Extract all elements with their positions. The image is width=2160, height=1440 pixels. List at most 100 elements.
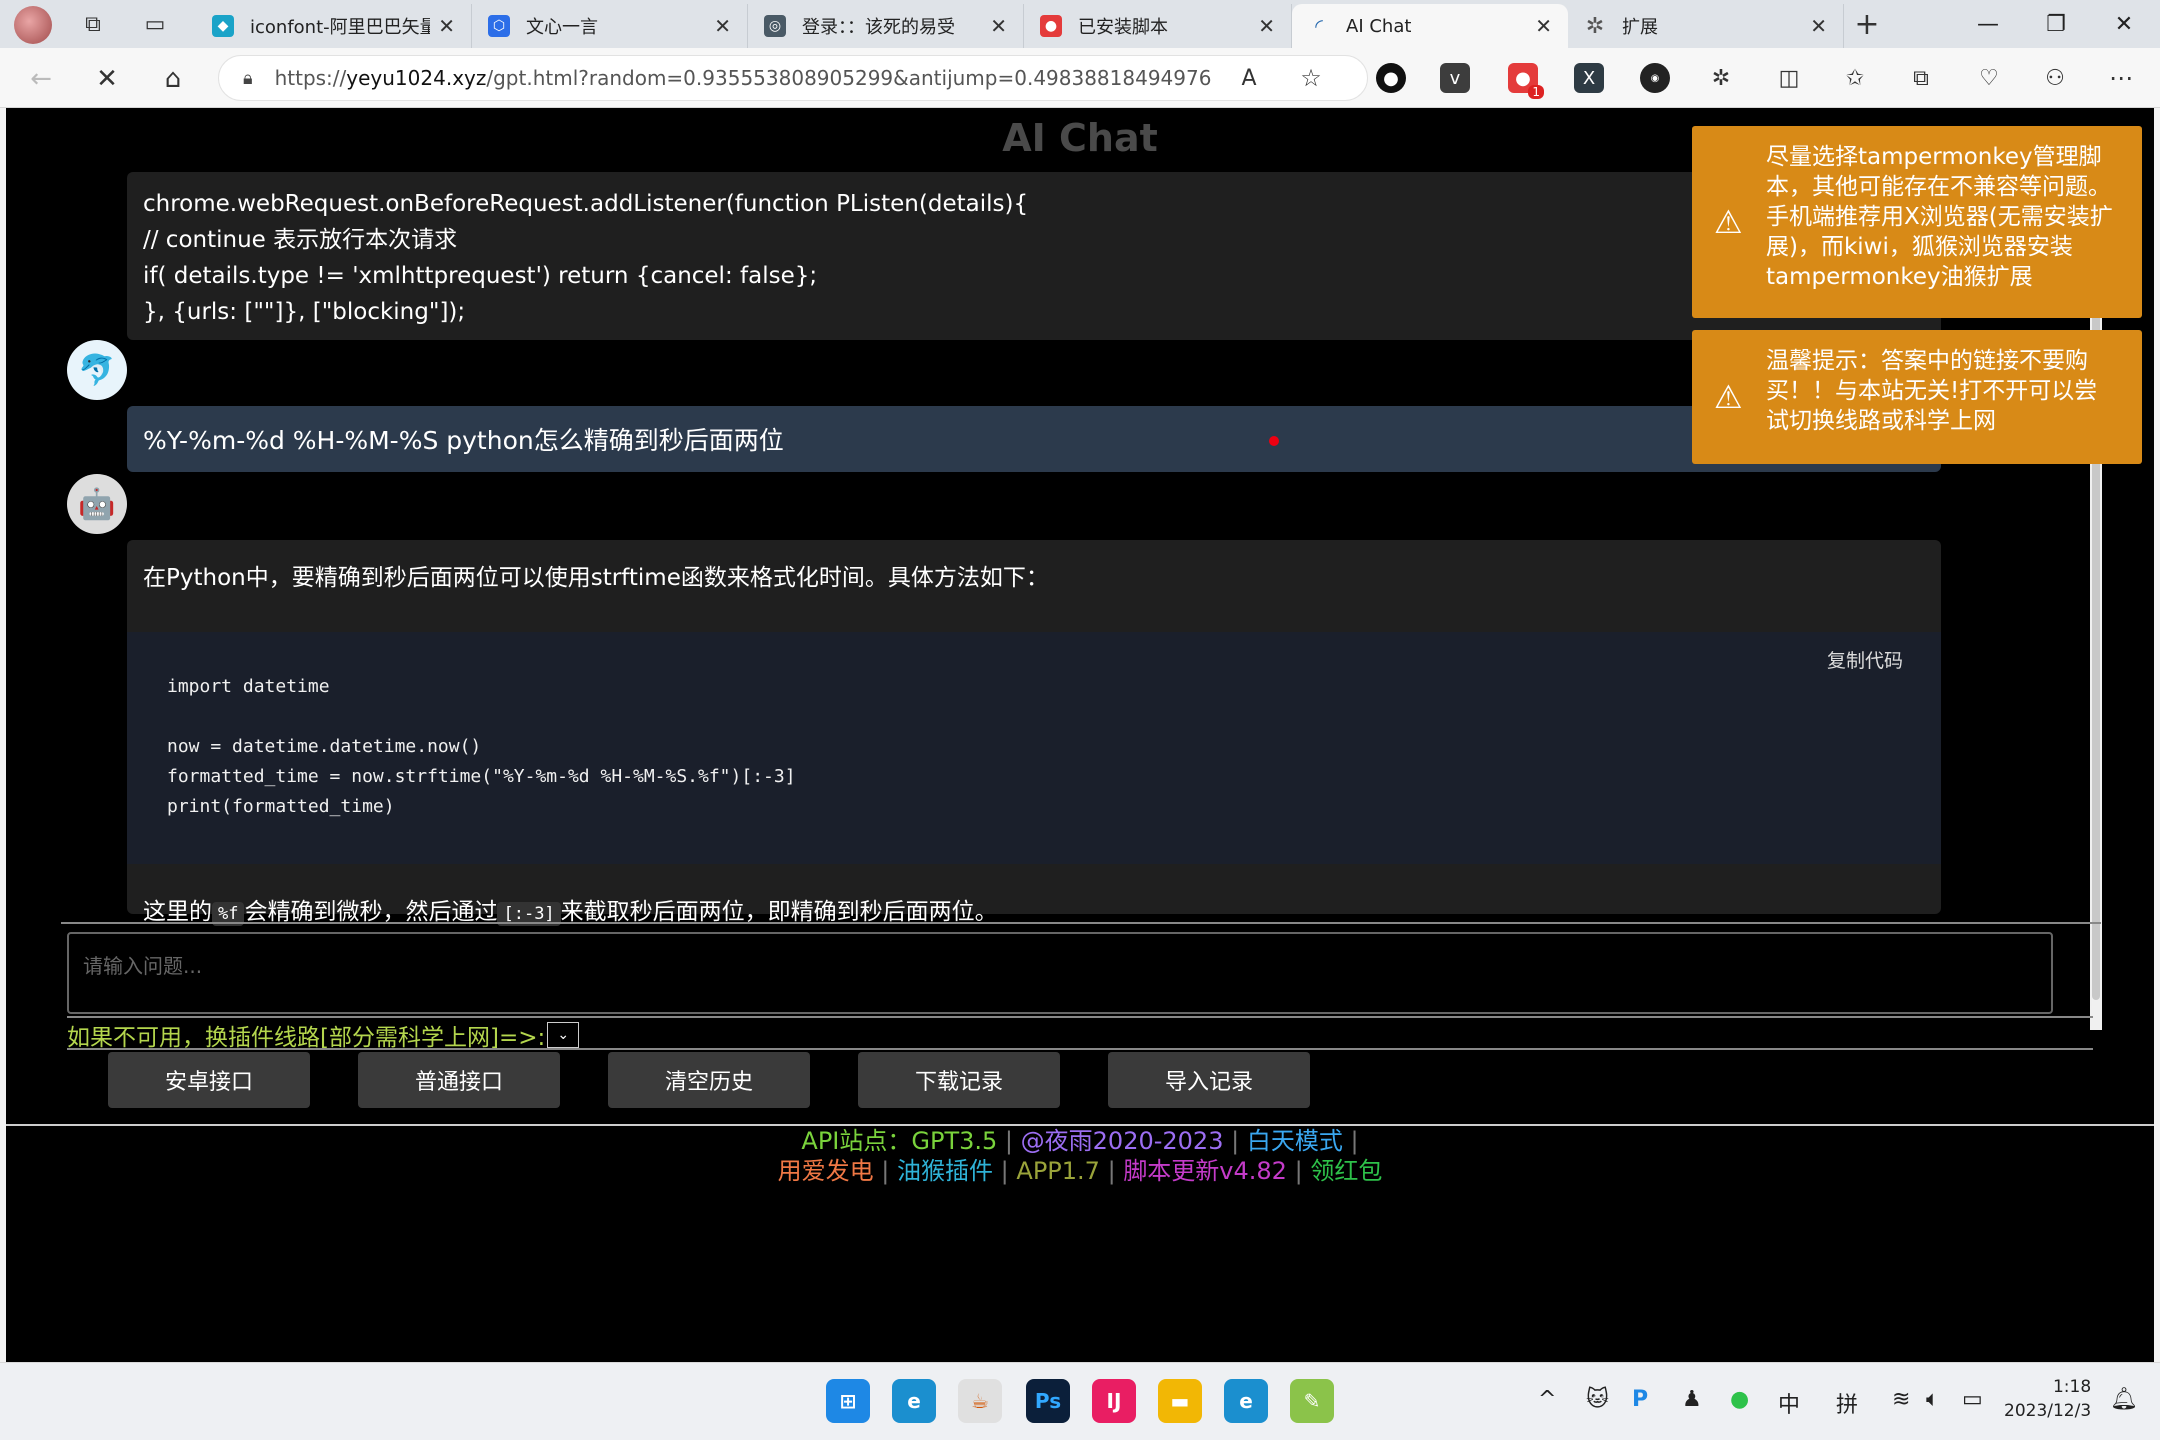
more-menu-icon[interactable]: ⋯ [2106, 63, 2136, 93]
login-icon: ◎ [764, 15, 786, 37]
address-bar[interactable]: 🔒︎ https://yeyu1024.xyz/gpt.html?random=… [218, 55, 1368, 101]
collections-icon[interactable]: ⧉ [1906, 63, 1936, 93]
read-aloud-icon[interactable]: A [1234, 63, 1264, 93]
volume-icon[interactable]: 🔈︎ [1926, 1387, 1939, 1412]
photoshop-icon[interactable]: Ps [1026, 1379, 1070, 1423]
qq-tray-icon[interactable]: ♟ [1682, 1387, 1702, 1412]
tab-label: 已安装脚本 [1078, 17, 1168, 38]
browser-essentials-icon[interactable]: ♡ [1974, 63, 2004, 93]
java-icon[interactable]: ☕ [958, 1379, 1002, 1423]
answer-outro: 这里的 %f 会精确到微秒，然后通过 [:-3] 来截取秒后面两位，即精确到秒后面两位。 [143, 892, 1925, 926]
iconfont-icon: ◆ [212, 15, 234, 37]
wenxin-icon: ⬡ [488, 15, 510, 37]
file-explorer-icon[interactable]: ▬ [1158, 1379, 1202, 1423]
ime-pinyin[interactable]: 拼 [1836, 1387, 1858, 1419]
back-icon[interactable]: ← [24, 62, 58, 96]
tray-overflow-icon[interactable]: ^ [1538, 1387, 1556, 1412]
tab-extensions[interactable]: ✲ 扩展 ✕ [1568, 4, 1844, 48]
divider [67, 1048, 2093, 1050]
download-records-button[interactable]: 下载记录 [858, 1052, 1060, 1108]
divider [61, 922, 2101, 924]
warning-icon: ⚠ [1714, 203, 1743, 241]
notification-bell-icon[interactable]: 🔔︎ [2110, 1387, 2138, 1412]
code-content: import datetime now = datetime.datetime.… [167, 676, 796, 817]
wechat-tray-icon[interactable]: ● [1730, 1387, 1749, 1412]
round-extension-icon[interactable]: ◉ [1640, 63, 1670, 93]
tab-installed-scripts[interactable]: ● 已安装脚本 ✕ [1024, 4, 1292, 48]
system-clock[interactable]: 1:18 2023/12/3 [2004, 1375, 2091, 1423]
edge-dev-icon[interactable]: e [1224, 1379, 1268, 1423]
intellij-icon[interactable]: IJ [1092, 1379, 1136, 1423]
warning-toast[interactable]: ⚠ 尽量选择tampermonkey管理脚本，其他可能存在不兼容等问题。手机端推… [1692, 126, 2142, 318]
tab-actions-icon[interactable]: ▭ [140, 9, 170, 39]
code-line: }, {urls: [""]}, ["blocking"]); [143, 299, 466, 325]
favorites-icon[interactable]: ✩ [1840, 63, 1870, 93]
minimize-icon[interactable]: — [1968, 6, 2008, 42]
separator: | [1107, 1157, 1116, 1185]
tab-strip: ⧉ ▭ ◆ iconfont-阿里巴巴矢量 ✕ ⬡ 文心一言 ✕ ◎ 登录：：该… [0, 0, 2160, 48]
v-extension-icon[interactable]: v [1440, 63, 1470, 93]
route-label: 如果不可用，换插件线路[部分需科学上网]=>: [67, 1025, 546, 1051]
x-extension-icon[interactable]: X [1574, 63, 1604, 93]
clear-history-button[interactable]: 清空历史 [608, 1052, 810, 1108]
tab-label: 扩展 [1622, 17, 1658, 38]
p-tray-icon[interactable]: P [1632, 1387, 1648, 1412]
tab-label: iconfont-阿里巴巴矢量 [250, 17, 431, 38]
close-icon[interactable]: ✕ [714, 14, 731, 38]
notepad-icon[interactable]: ✎ [1290, 1379, 1334, 1423]
extensions-puzzle-icon[interactable]: ✲ [1706, 63, 1736, 93]
stop-loading-icon[interactable]: ✕ [90, 62, 124, 96]
chat-message-code: chrome.webRequest.onBeforeRequest.addLis… [127, 172, 1941, 340]
script-update-link[interactable]: 脚本更新v4.82 [1123, 1157, 1287, 1185]
route-select-dropdown[interactable]: ⌄ [547, 1022, 580, 1048]
cat-tray-icon[interactable]: 🐱︎ [1586, 1387, 1609, 1412]
battery-icon[interactable]: ▭ [1962, 1387, 1983, 1412]
close-icon[interactable]: ✕ [1535, 14, 1552, 38]
chat-scrollbar[interactable] [2090, 200, 2102, 1030]
power-link[interactable]: 用爱发电 [778, 1157, 874, 1185]
code-block: 复制代码 import datetime now = datetime.date… [127, 632, 1941, 864]
copy-code-button[interactable]: 复制代码 [1827, 646, 1903, 673]
wifi-icon[interactable]: ≋ [1892, 1387, 1910, 1412]
circle-extension-icon[interactable]: ● [1376, 63, 1406, 93]
clock-time: 1:18 [2052, 1377, 2092, 1397]
close-icon[interactable]: ✕ [1258, 14, 1275, 38]
home-icon[interactable]: ⌂ [156, 62, 190, 96]
split-screen-icon[interactable]: ◫ [1774, 63, 1804, 93]
close-icon[interactable]: ✕ [438, 14, 455, 38]
import-records-button[interactable]: 导入记录 [1108, 1052, 1310, 1108]
normal-api-button[interactable]: 普通接口 [358, 1052, 560, 1108]
profile-share-icon[interactable]: ⚇ [2040, 63, 2070, 93]
robot-avatar: 🤖 [67, 474, 127, 534]
android-api-button[interactable]: 安卓接口 [108, 1052, 310, 1108]
close-window-icon[interactable]: ✕ [2104, 6, 2144, 42]
edge-icon[interactable]: e [892, 1379, 936, 1423]
separator: | [1004, 1127, 1014, 1155]
user-message-text: %Y-%m-%d %H-%M-%S python怎么精确到秒后面两位 [143, 426, 784, 455]
close-icon[interactable]: ✕ [990, 14, 1007, 38]
close-icon[interactable]: ✕ [1810, 14, 1827, 38]
tab-iconfont[interactable]: ◆ iconfont-阿里巴巴矢量 ✕ [196, 4, 472, 48]
red-packet-link[interactable]: 领红包 [1310, 1157, 1382, 1185]
tab-ai-chat[interactable]: ◜ AI Chat ✕ [1292, 4, 1568, 48]
lock-icon[interactable]: 🔒︎ [243, 68, 253, 89]
tab-wenxin[interactable]: ⬡ 文心一言 ✕ [472, 4, 748, 48]
plugin-link[interactable]: 油猴插件 [897, 1157, 993, 1185]
favorite-star-icon[interactable]: ☆ [1296, 63, 1326, 93]
day-mode-link[interactable]: 白天模式 [1247, 1127, 1343, 1155]
app-link[interactable]: APP1.7 [1016, 1157, 1100, 1185]
tampermonkey-extension-icon[interactable]: ● 1 [1508, 63, 1544, 99]
separator: | [1231, 1127, 1240, 1155]
author-link[interactable]: @夜雨2020-2023 [1021, 1127, 1224, 1155]
route-selector-row: 如果不可用，换插件线路[部分需科学上网]=>: ⌄ [67, 1018, 580, 1052]
start-icon[interactable]: ⊞ [826, 1379, 870, 1423]
new-tab-button[interactable]: + [1852, 7, 1882, 42]
question-input[interactable]: 请输入问题... [67, 932, 2053, 1014]
restore-icon[interactable]: ❐ [2036, 6, 2076, 42]
tip-toast[interactable]: ⚠ 温馨提示：答案中的链接不要购买！！与本站无关!打不开可以尝试切换线路或科学上… [1692, 330, 2142, 464]
workspaces-icon[interactable]: ⧉ [78, 9, 108, 39]
url-host: yeyu1024.xyz [346, 66, 487, 90]
ime-chinese[interactable]: 中 [1778, 1387, 1800, 1419]
profile-avatar[interactable] [14, 6, 52, 44]
tab-login[interactable]: ◎ 登录：：该死的易受 ✕ [748, 4, 1024, 48]
